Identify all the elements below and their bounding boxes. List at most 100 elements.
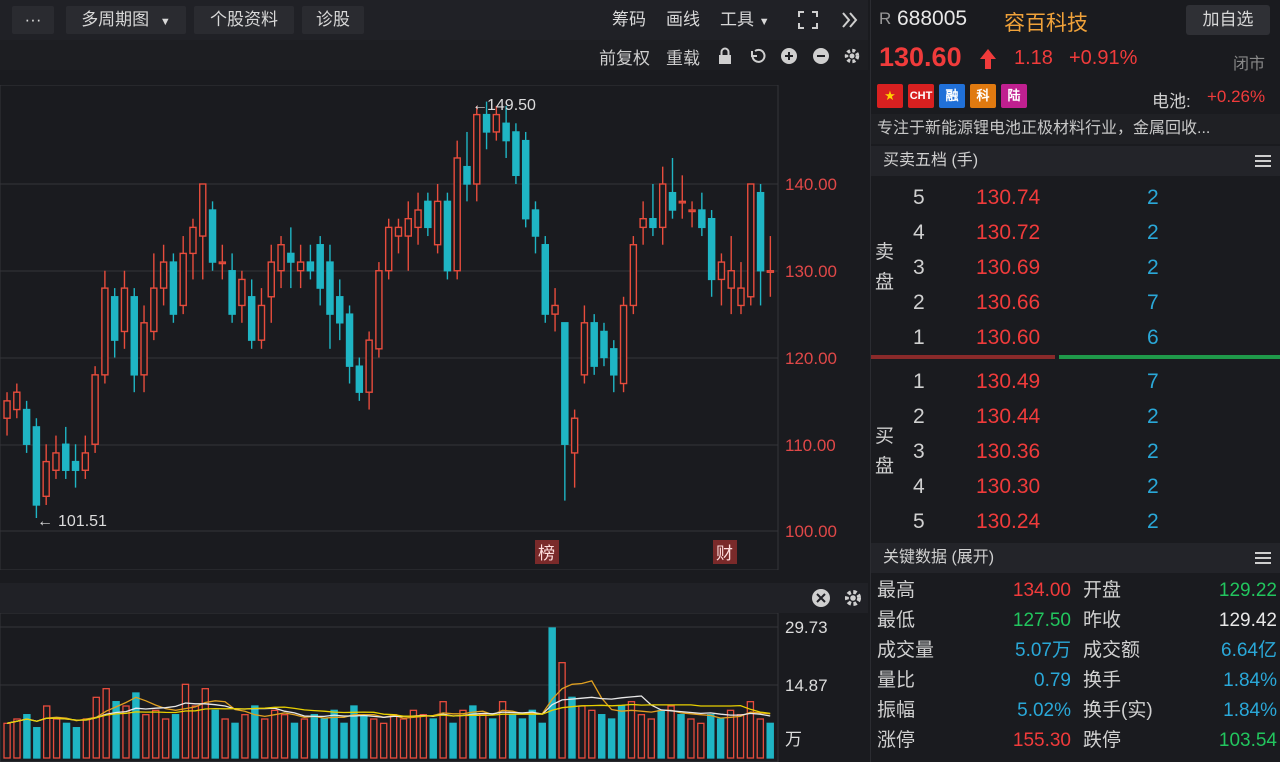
- undo-icon[interactable]: [748, 47, 766, 65]
- sell-level: 3: [913, 256, 925, 279]
- buy-level: 1: [913, 370, 925, 393]
- y-label-140: 140.00: [785, 175, 837, 194]
- more-button[interactable]: ···: [12, 6, 54, 34]
- keydata-row: 最低 127.50 昨收 129.42: [871, 606, 1280, 636]
- vol-label-unit: 万: [785, 730, 802, 749]
- close-icon[interactable]: [811, 588, 831, 608]
- sell-volume: 2: [1147, 256, 1159, 279]
- zoom-in-icon[interactable]: [780, 47, 798, 65]
- collapse-right-icon[interactable]: [840, 10, 858, 30]
- sector-label[interactable]: 电池:: [1152, 87, 1191, 112]
- y-label-100: 100.00: [785, 522, 837, 541]
- sell-level: 1: [913, 326, 925, 349]
- candlestick-chart[interactable]: 140.00 130.00 120.00 110.00 100.00 ← 149…: [0, 85, 868, 570]
- period-label: 多周期图: [81, 10, 150, 29]
- keydata-header[interactable]: 关键数据 (展开): [871, 543, 1280, 573]
- sell-volume: 2: [1147, 186, 1159, 209]
- buy-row[interactable]: 4 130.30 2: [871, 469, 1280, 504]
- market-status: 闭市: [1233, 56, 1266, 73]
- lock-icon[interactable]: [716, 47, 734, 65]
- orderbook-title: 买卖五档 (手): [883, 152, 979, 169]
- sell-row[interactable]: 5 130.74 2: [871, 180, 1280, 215]
- finance-tag[interactable]: 财: [716, 544, 733, 563]
- sell-volume: 6: [1147, 326, 1159, 349]
- buy-row[interactable]: 5 130.24 2: [871, 504, 1280, 539]
- current-price: 130.60: [879, 42, 962, 72]
- sell-volume: 7: [1147, 291, 1159, 314]
- hk-connect-tag[interactable]: 陆: [1001, 84, 1027, 108]
- fullscreen-icon[interactable]: [797, 10, 819, 30]
- y-label-130: 130.00: [785, 262, 837, 281]
- buy-row[interactable]: 1 130.49 7: [871, 364, 1280, 399]
- keydata-label: 跌停: [1083, 730, 1122, 751]
- y-label-110: 110.00: [785, 436, 836, 455]
- keydata-value: 1.84%: [1223, 700, 1277, 721]
- keydata-value: 5.02%: [1017, 700, 1071, 721]
- buy-volume: 7: [1147, 370, 1159, 393]
- buy-pressure-bar: [1059, 355, 1280, 359]
- buy-row[interactable]: 3 130.36 2: [871, 434, 1280, 469]
- sell-price: 130.69: [976, 256, 1041, 279]
- keydata-row: 量比 0.79 换手 1.84%: [871, 666, 1280, 696]
- volume-panel: 29.73 14.87 万: [0, 583, 868, 762]
- buy-price: 130.36: [976, 440, 1041, 463]
- keydata-label: 最高: [877, 580, 916, 601]
- menu-icon[interactable]: [1255, 154, 1271, 168]
- keydata-label: 成交额: [1083, 640, 1141, 661]
- volume-chart[interactable]: 29.73 14.87 万: [0, 613, 868, 762]
- diagnose-button[interactable]: 诊股: [302, 6, 364, 34]
- up-arrow-icon: [980, 49, 996, 69]
- sell-price: 130.66: [976, 291, 1041, 314]
- draw-line-button[interactable]: 画线: [666, 6, 700, 34]
- overlay-button[interactable]: 重载: [666, 44, 700, 69]
- vol-label-mid: 14.87: [785, 676, 828, 695]
- buy-level: 4: [913, 475, 925, 498]
- sell-row[interactable]: 2 130.66 7: [871, 285, 1280, 320]
- keydata-value: 134.00: [1012, 580, 1071, 601]
- buy-level: 3: [913, 440, 925, 463]
- keydata-label: 振幅: [877, 700, 916, 721]
- market-prefix: R: [879, 9, 892, 28]
- keydata-label: 昨收: [1083, 610, 1122, 631]
- rank-tag[interactable]: 榜: [538, 544, 555, 563]
- settings-gear-icon[interactable]: [843, 47, 861, 65]
- keydata-label: 开盘: [1083, 580, 1122, 601]
- cht-tag[interactable]: CHT: [908, 84, 934, 108]
- sell-price: 130.74: [976, 186, 1041, 209]
- sell-row[interactable]: 4 130.72 2: [871, 215, 1280, 250]
- quote-panel: R 688005 容百科技 加自选 130.60 1.18 +0.91% 闭市 …: [870, 0, 1280, 762]
- sector-change[interactable]: +0.26%: [1207, 87, 1265, 107]
- orderbook-header: 买卖五档 (手): [871, 146, 1280, 176]
- keydata-value: 103.54: [1218, 730, 1277, 751]
- star-market-tag[interactable]: 科: [970, 84, 996, 108]
- sell-level: 2: [913, 291, 925, 314]
- zoom-out-icon[interactable]: [812, 47, 830, 65]
- keydata-label: 最低: [877, 610, 916, 631]
- tools-label: 工具: [720, 10, 754, 29]
- chips-button[interactable]: 筹码: [612, 6, 646, 34]
- price-change-pct: +0.91%: [1069, 47, 1138, 69]
- sell-volume: 2: [1147, 221, 1159, 244]
- margin-tag[interactable]: 融: [939, 84, 965, 108]
- sell-price: 130.60: [976, 326, 1041, 349]
- keydata-value: 6.64亿: [1221, 640, 1277, 661]
- settings-gear-icon[interactable]: [843, 588, 863, 608]
- stock-code: 688005: [897, 7, 968, 30]
- high-marker-arrow: ←: [472, 97, 488, 114]
- menu-icon[interactable]: [1255, 551, 1271, 565]
- buy-price: 130.30: [976, 475, 1041, 498]
- price-adjust-button[interactable]: 前复权: [599, 44, 650, 69]
- sell-row[interactable]: 3 130.69 2: [871, 250, 1280, 285]
- keydata-value: 129.22: [1218, 580, 1277, 601]
- period-dropdown[interactable]: 多周期图 ▼: [66, 6, 186, 34]
- buy-row[interactable]: 2 130.44 2: [871, 399, 1280, 434]
- buy-price: 130.24: [976, 510, 1041, 533]
- tools-dropdown[interactable]: 工具 ▼: [720, 6, 770, 34]
- chevron-down-icon: ▼: [159, 16, 171, 28]
- sell-row[interactable]: 1 130.60 6: [871, 320, 1280, 355]
- company-description[interactable]: 专注于新能源锂电池正极材料行业，金属回收...: [871, 114, 1280, 144]
- add-watchlist-button[interactable]: 加自选: [1186, 5, 1270, 35]
- chevron-down-icon: ▼: [758, 16, 770, 28]
- stock-profile-button[interactable]: 个股资料: [194, 6, 294, 34]
- buy-price: 130.44: [976, 405, 1041, 428]
